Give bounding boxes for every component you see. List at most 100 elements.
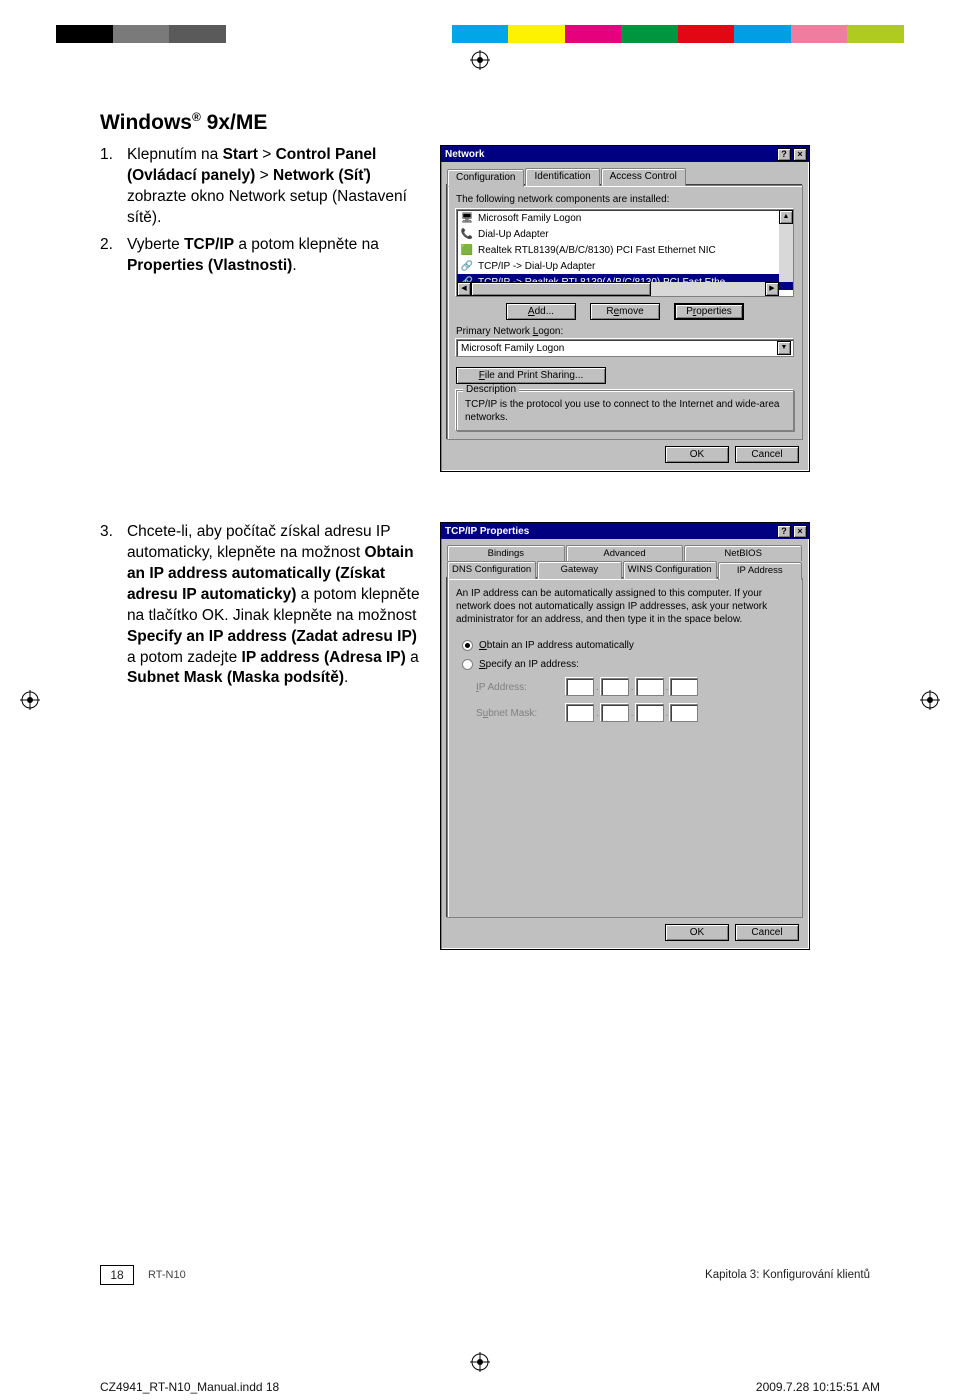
page-content: Windows® 9x/ME 1. Klepnutím na Start > C… <box>100 110 870 1305</box>
titlebar[interactable]: TCP/IP Properties ? × <box>441 523 809 539</box>
remove-button[interactable]: Remove <box>590 303 660 320</box>
tab-access-control[interactable]: Access Control <box>601 168 686 186</box>
ip-address-label: IP Address: <box>476 682 556 693</box>
dialup-icon: 📞 <box>460 227 474 241</box>
scroll-left-icon[interactable]: ◀ <box>457 282 471 296</box>
heading-text: Windows <box>100 111 192 134</box>
registered-mark: ® <box>192 110 201 124</box>
primary-logon-label: Primary Network Logon: <box>456 326 794 337</box>
close-button[interactable]: × <box>793 525 807 538</box>
subnet-mask-label: Subnet Mask: <box>476 708 556 719</box>
protocol-icon: 🔗 <box>460 259 474 273</box>
section-heading: Windows® 9x/ME <box>100 110 870 135</box>
dialog-title: Network <box>445 149 484 160</box>
subnet-mask-row: Subnet Mask: . . . <box>476 704 794 722</box>
step-row-2: 3. Chcete-li, aby počítač získal adresu … <box>100 522 870 950</box>
network-dialog: Network ? × Configuration Identification… <box>440 145 810 472</box>
list-item[interactable]: 📞Dial-Up Adapter <box>457 226 793 242</box>
group-legend: Description <box>463 384 519 395</box>
step-1: 1. Klepnutím na Start > Control Panel (O… <box>100 145 420 229</box>
ip-octet-input[interactable] <box>566 678 594 696</box>
tab-gateway[interactable]: Gateway <box>537 561 621 579</box>
close-button[interactable]: × <box>793 148 807 161</box>
ip-octet-input[interactable] <box>636 704 664 722</box>
tcpip-properties-dialog: TCP/IP Properties ? × Bindings Advanced … <box>440 522 810 950</box>
registration-mark-icon <box>470 1352 490 1372</box>
dialog-title: TCP/IP Properties <box>445 526 529 537</box>
ok-button[interactable]: OK <box>665 446 729 463</box>
primary-logon-dropdown[interactable]: Microsoft Family Logon ▼ <box>456 339 794 357</box>
description-group: Description TCP/IP is the protocol you u… <box>456 390 794 431</box>
registration-mark-icon <box>20 690 40 710</box>
step-number: 1. <box>100 145 113 229</box>
page-number: 18 <box>100 1265 134 1285</box>
components-listbox[interactable]: 🖥Microsoft Family Logon 📞Dial-Up Adapter… <box>456 209 794 297</box>
tab-configuration[interactable]: Configuration <box>447 169 524 187</box>
tab-wins[interactable]: WINS Configuration <box>623 561 717 579</box>
add-button[interactable]: Add... <box>506 303 576 320</box>
step-text: Vyberte TCP/IP a potom klepněte na Prope… <box>127 235 420 277</box>
product-name: RT-N10 <box>148 1269 186 1281</box>
cancel-button[interactable]: Cancel <box>735 446 799 463</box>
scroll-up-icon[interactable]: ▲ <box>779 210 793 224</box>
tab-strip: Bindings Advanced NetBIOS DNS Configurat… <box>447 545 803 579</box>
source-file: CZ4941_RT-N10_Manual.indd 18 <box>100 1380 279 1394</box>
chevron-down-icon[interactable]: ▼ <box>777 341 791 355</box>
step-2: 2. Vyberte TCP/IP a potom klepněte na Pr… <box>100 235 420 277</box>
ip-address-row: IP Address: . . . <box>476 678 794 696</box>
step-text: Klepnutím na Start > Control Panel (Ovlá… <box>127 145 420 229</box>
scroll-thumb[interactable] <box>471 282 651 296</box>
tab-advanced[interactable]: Advanced <box>566 545 684 561</box>
dropdown-value: Microsoft Family Logon <box>461 343 564 354</box>
help-button[interactable]: ? <box>777 148 791 161</box>
ip-octet-input[interactable] <box>601 678 629 696</box>
print-timestamp: 2009.7.28 10:15:51 AM <box>756 1380 880 1394</box>
ip-octet-input[interactable] <box>670 704 698 722</box>
instructions-left: 1. Klepnutím na Start > Control Panel (O… <box>100 145 420 472</box>
heading-text: 9x/ME <box>201 111 268 134</box>
radio-specify[interactable]: Specify an IP address: <box>462 659 794 670</box>
page-footer: 18 RT-N10 Kapitola 3: Konfigurování klie… <box>100 1265 870 1285</box>
tab-strip: Configuration Identification Access Cont… <box>447 168 803 186</box>
ip-octet-input[interactable] <box>566 704 594 722</box>
intro-text: An IP address can be automatically assig… <box>456 587 794 626</box>
radio-icon <box>462 640 473 651</box>
tab-ip-address[interactable]: IP Address <box>718 562 802 580</box>
file-print-sharing-button[interactable]: File and Print Sharing... <box>456 367 606 384</box>
cancel-button[interactable]: Cancel <box>735 924 799 941</box>
list-item[interactable]: 🟩Realtek RTL8139(A/B/C/8130) PCI Fast Et… <box>457 242 793 258</box>
list-item[interactable]: 🔗TCP/IP -> Dial-Up Adapter <box>457 258 793 274</box>
step-3: 3. Chcete-li, aby počítač získal adresu … <box>100 522 420 689</box>
nic-icon: 🟩 <box>460 243 474 257</box>
step-row-1: 1. Klepnutím na Start > Control Panel (O… <box>100 145 870 472</box>
ok-button[interactable]: OK <box>665 924 729 941</box>
description-text: TCP/IP is the protocol you use to connec… <box>465 399 785 424</box>
ip-octet-input[interactable] <box>601 704 629 722</box>
scrollbar-horizontal[interactable]: ◀ ▶ <box>457 282 779 296</box>
radio-obtain-auto[interactable]: Obtain an IP address automatically <box>462 640 794 651</box>
help-button[interactable]: ? <box>777 525 791 538</box>
ip-octet-input[interactable] <box>670 678 698 696</box>
step-number: 3. <box>100 522 113 689</box>
registration-mark-icon <box>920 690 940 710</box>
radio-icon <box>462 659 473 670</box>
print-metadata: CZ4941_RT-N10_Manual.indd 18 2009.7.28 1… <box>100 1380 880 1394</box>
components-label: The following network components are ins… <box>456 194 794 205</box>
tab-identification[interactable]: Identification <box>525 168 599 186</box>
registration-mark-icon <box>470 50 490 70</box>
logon-icon: 🖥 <box>460 211 474 225</box>
print-color-bar <box>0 25 960 43</box>
step-text: Chcete-li, aby počítač získal adresu IP … <box>127 522 420 689</box>
ip-octet-input[interactable] <box>636 678 664 696</box>
tab-bindings[interactable]: Bindings <box>447 545 565 561</box>
tab-netbios[interactable]: NetBIOS <box>684 545 802 561</box>
tab-dns[interactable]: DNS Configuration <box>447 561 536 579</box>
instructions-left: 3. Chcete-li, aby počítač získal adresu … <box>100 522 420 950</box>
scrollbar-vertical[interactable]: ▲ <box>779 210 793 282</box>
list-item[interactable]: 🖥Microsoft Family Logon <box>457 210 793 226</box>
scroll-right-icon[interactable]: ▶ <box>765 282 779 296</box>
titlebar[interactable]: Network ? × <box>441 146 809 162</box>
step-number: 2. <box>100 235 113 277</box>
properties-button[interactable]: Properties <box>674 303 744 320</box>
tab-panel: The following network components are ins… <box>447 185 803 440</box>
